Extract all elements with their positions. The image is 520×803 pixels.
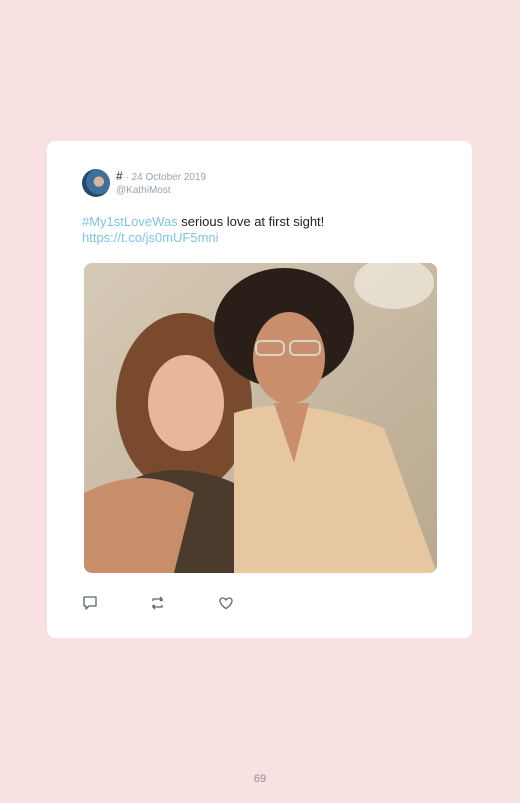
user-handle[interactable]: @KathiMost (116, 184, 206, 197)
hash-symbol: # (116, 169, 123, 183)
retweet-icon[interactable] (150, 595, 166, 611)
avatar[interactable] (82, 169, 110, 197)
heart-icon[interactable] (218, 595, 234, 611)
tweet-card: # · 24 October 2019 @KathiMost #My1stLov… (47, 141, 472, 638)
tweet-body: #My1stLoveWas serious love at first sigh… (82, 214, 442, 246)
tweet-photo[interactable] (84, 263, 437, 573)
tweet-date[interactable]: 24 October 2019 (132, 172, 207, 183)
reply-icon[interactable] (82, 595, 98, 611)
hashtag-link[interactable]: #My1stLoveWas (82, 214, 178, 229)
tweet-text: serious love at first sight! (177, 214, 325, 229)
photo-illustration (84, 263, 437, 573)
page-number: 69 (253, 773, 267, 785)
tweet-meta: # · 24 October 2019 @KathiMost (116, 170, 206, 197)
url-link[interactable]: https://t.co/js0mUF5mni (82, 230, 219, 245)
separator: · (125, 172, 129, 183)
